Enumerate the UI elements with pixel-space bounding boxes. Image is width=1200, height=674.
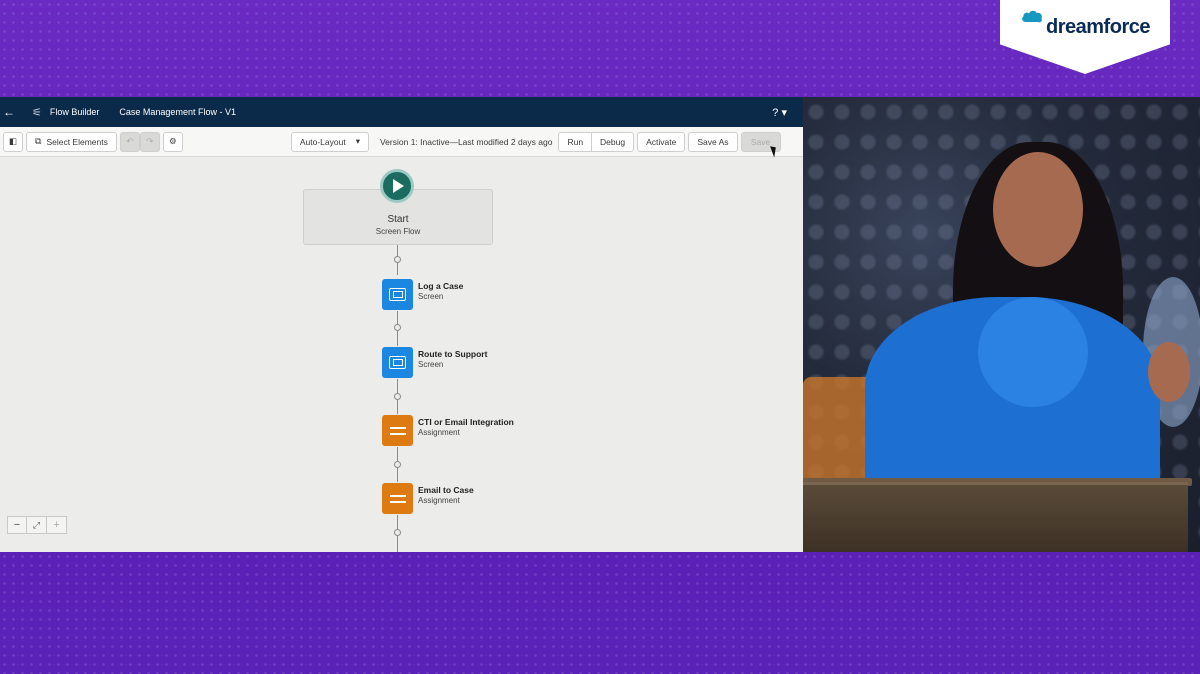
toolbar: ◧ ⧉ Select Elements ↶ ↷ ⚙ Auto-Layout ▾ … (0, 127, 803, 157)
settings-button[interactable]: ⚙ (162, 131, 183, 152)
add-element-node[interactable] (394, 529, 401, 536)
flow-element-route-to-support[interactable]: Route to Support Screen (382, 347, 487, 378)
flow-title: Case Management Flow - V1 (119, 107, 236, 117)
redo-icon: ↷ (146, 136, 154, 146)
back-arrow-icon[interactable]: ← (0, 105, 18, 119)
app-name: Flow Builder (49, 107, 100, 117)
element-label: Log a Case (418, 281, 464, 291)
save-as-button[interactable]: Save As (688, 131, 738, 152)
event-brand-text: dreamforce (1046, 16, 1150, 38)
assignment-icon (382, 483, 413, 514)
select-elements-icon: ⧉ (35, 136, 42, 146)
fit-view-button[interactable]: ⤢ (27, 516, 47, 534)
speaker-video (803, 97, 1200, 552)
app-header: ← ⚟ Flow Builder Case Management Flow - … (0, 97, 803, 127)
layout-mode-value: Auto-Layout (299, 136, 346, 147)
add-element-node[interactable] (394, 324, 401, 331)
flow-builder-icon: ⚟ (32, 106, 42, 119)
flow-canvas[interactable]: Start Screen Flow Log a Case Screen Rout… (0, 157, 803, 552)
layout-mode-select[interactable]: Auto-Layout ▾ (290, 131, 369, 152)
flow-element-log-a-case[interactable]: Log a Case Screen (382, 279, 463, 310)
panel-icon: ◧ (8, 136, 18, 146)
speaker-hand (1148, 342, 1190, 402)
element-type: Screen (418, 360, 444, 369)
zoom-controls: − ⤢ + (7, 516, 67, 534)
salesforce-cloud-icon (1020, 8, 1044, 24)
run-button[interactable]: Run (558, 131, 593, 152)
element-label: Route to Support (418, 349, 488, 359)
element-type: Assignment (418, 496, 460, 505)
gear-icon: ⚙ (169, 136, 177, 146)
toggle-panel-button[interactable]: ◧ (3, 131, 23, 152)
select-elements-button[interactable]: ⧉ Select Elements (26, 131, 117, 152)
screen-icon (382, 279, 413, 310)
chevron-down-icon: ▾ (355, 136, 360, 146)
start-subtitle: Screen Flow (375, 227, 421, 236)
add-element-node[interactable] (394, 461, 401, 468)
flow-element-email-to-case[interactable]: Email to Case Assignment (382, 483, 474, 514)
speaker-face (993, 152, 1083, 267)
undo-icon: ↶ (126, 136, 134, 146)
speaker-scarf (978, 297, 1088, 407)
flow-builder-window: ← ⚟ Flow Builder Case Management Flow - … (0, 97, 803, 552)
element-label: Email to Case (418, 485, 474, 495)
element-type: Assignment (418, 428, 460, 437)
screen-icon (382, 347, 413, 378)
flow-element-cti-or-email-integration[interactable]: CTI or Email Integration Assignment (382, 415, 514, 446)
assignment-icon (382, 415, 413, 446)
element-label: CTI or Email Integration (418, 417, 514, 427)
background-pattern-bottom (0, 552, 1200, 674)
add-element-node[interactable] (394, 256, 401, 263)
start-title: Start (387, 214, 409, 225)
redo-button[interactable]: ↷ (139, 131, 160, 152)
zoom-in-button[interactable]: + (47, 516, 67, 534)
add-element-node[interactable] (394, 393, 401, 400)
wooden-podium (803, 482, 1188, 552)
zoom-out-button[interactable]: − (7, 516, 27, 534)
activate-button[interactable]: Activate (637, 131, 686, 152)
version-status: Version 1: Inactive—Last modified 2 days… (379, 136, 553, 147)
element-type: Screen (418, 292, 444, 301)
help-menu-button[interactable]: ? ▾ (772, 106, 787, 119)
start-play-icon (380, 169, 414, 203)
debug-button[interactable]: Debug (592, 131, 635, 152)
undo-button[interactable]: ↶ (119, 131, 140, 152)
select-elements-label: Select Elements (46, 136, 108, 147)
